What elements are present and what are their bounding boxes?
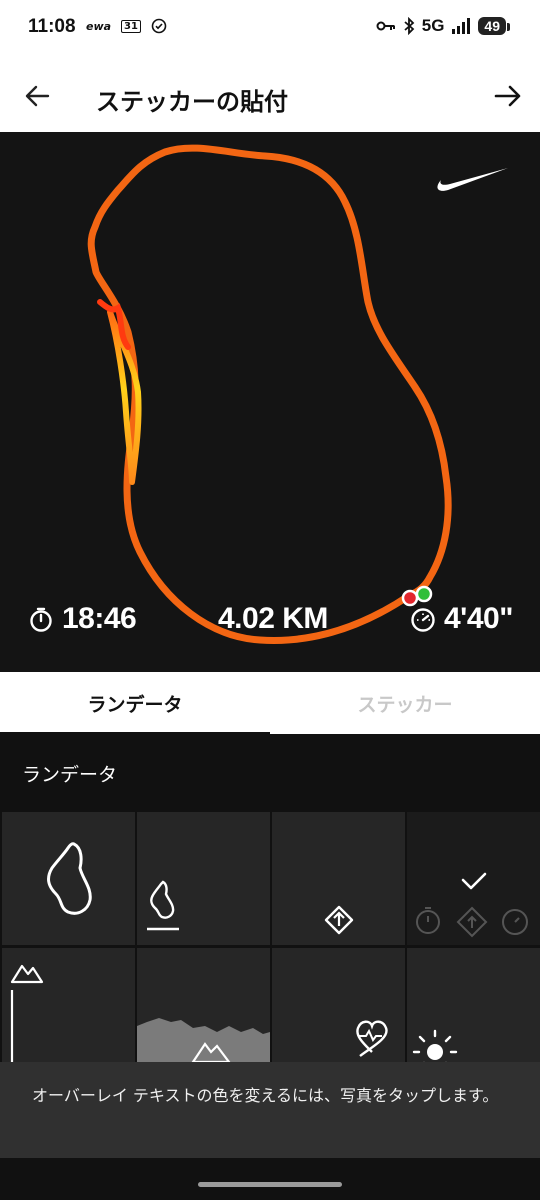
stats-combo-icon bbox=[416, 872, 528, 938]
tab-stickers[interactable]: ステッカー bbox=[270, 672, 540, 734]
finish-marker bbox=[415, 585, 433, 603]
route-path bbox=[87, 144, 452, 644]
heart-rate-sticker[interactable] bbox=[272, 948, 405, 1062]
app-bar: ステッカーの貼付 bbox=[0, 60, 540, 132]
route-map bbox=[87, 144, 452, 644]
signal-icon bbox=[452, 18, 471, 34]
duration-stat: 18:46 bbox=[28, 602, 137, 636]
network-type: 5G bbox=[421, 16, 445, 35]
route-large-sticker[interactable] bbox=[2, 812, 135, 945]
bluetooth-icon bbox=[404, 17, 415, 35]
weather-sticker[interactable] bbox=[407, 948, 540, 1062]
heart-rate-icon bbox=[356, 1020, 388, 1057]
home-indicator[interactable] bbox=[198, 1182, 342, 1187]
route-small-sticker[interactable] bbox=[137, 812, 270, 945]
arrow-left-icon[interactable] bbox=[20, 78, 56, 114]
check-circle-icon bbox=[151, 18, 167, 34]
check-icon bbox=[461, 872, 487, 890]
route-outline-icon bbox=[47, 842, 92, 915]
nike-logo bbox=[437, 168, 508, 191]
ewa-app-icon: ewa bbox=[86, 19, 112, 33]
arrow-right-icon[interactable] bbox=[490, 78, 526, 114]
battery-indicator: 49 bbox=[478, 17, 510, 35]
stats-combo-sticker[interactable] bbox=[407, 812, 540, 945]
direction-sign-icon bbox=[324, 905, 354, 935]
snackbar-message: オーバーレイ テキストの色を変えるには、写真をタップします。 bbox=[0, 1062, 540, 1158]
pace-value: 4'40" bbox=[444, 602, 513, 635]
notification-icons: ewa 31 bbox=[86, 18, 167, 34]
pace-stat: 4'40" bbox=[410, 602, 513, 636]
status-right: 5G 49 bbox=[376, 16, 510, 36]
route-small-icon bbox=[147, 880, 179, 931]
tab-bar: ランデータ ステッカー bbox=[0, 672, 540, 735]
system-nav-bar bbox=[0, 1158, 540, 1200]
vpn-key-icon bbox=[376, 21, 395, 31]
mountain-icon bbox=[10, 964, 44, 1062]
status-bar: 11:08 ewa 31 5G 49 bbox=[0, 0, 540, 60]
duration-value: 18:46 bbox=[62, 602, 137, 635]
elevation-chart-sticker[interactable] bbox=[137, 948, 270, 1062]
elevation-chart-icon bbox=[137, 1018, 270, 1062]
sticker-preview[interactable]: 18:46 4.02 KM 4'40" bbox=[0, 132, 540, 672]
distance-value: 4.02 KM bbox=[218, 602, 328, 635]
stopwatch-icon bbox=[30, 607, 52, 632]
sun-icon bbox=[412, 1029, 458, 1062]
calendar-icon: 31 bbox=[121, 19, 141, 33]
elevation-sticker[interactable] bbox=[2, 948, 135, 1062]
panel-title: ランデータ bbox=[22, 764, 118, 786]
tab-run-data[interactable]: ランデータ bbox=[0, 672, 270, 734]
page-title: ステッカーの貼付 bbox=[96, 88, 288, 116]
status-time: 11:08 bbox=[28, 16, 76, 37]
speedometer-icon bbox=[411, 608, 435, 632]
distance-stat: 4.02 KM bbox=[218, 602, 328, 636]
direction-sticker[interactable] bbox=[272, 812, 405, 945]
